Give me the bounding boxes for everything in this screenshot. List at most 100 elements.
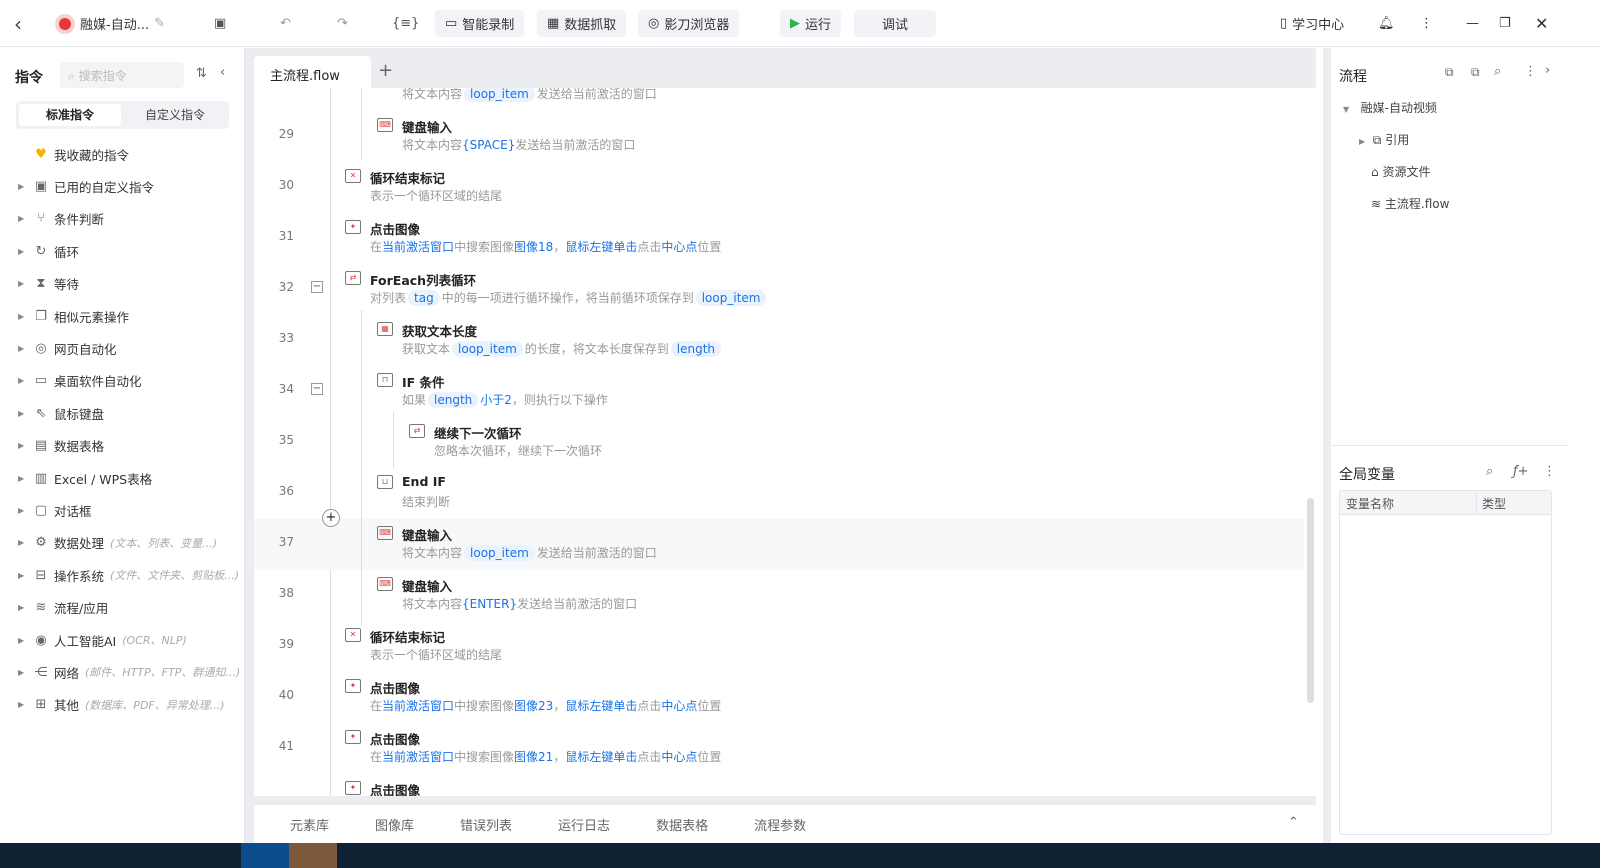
flow-step[interactable]: 38 ⌨ 键盘输入 将文本内容{ENTER}发送给当前激活的窗口 bbox=[254, 570, 1304, 621]
flow-step[interactable]: ✦ 点击图像 bbox=[254, 774, 1304, 796]
command-category[interactable]: ▶ ◎ 网页自动化 bbox=[0, 332, 245, 364]
param-link[interactable]: 图像18 bbox=[514, 240, 553, 254]
command-category[interactable]: ▶ ⊞ 其他 (数据库、PDF、异常处理...) bbox=[0, 689, 245, 721]
scrollbar[interactable] bbox=[1307, 498, 1314, 703]
flow-step[interactable]: 33 ▦ 获取文本长度 获取文本 loop_item 的长度，将文本长度保存到 length bbox=[254, 315, 1304, 366]
param-link[interactable]: {ENTER} bbox=[462, 597, 517, 611]
add-tab-button[interactable]: + bbox=[378, 60, 393, 81]
expand-arrow-icon[interactable]: ▶ bbox=[18, 603, 32, 612]
command-category[interactable]: ▶ ❐ 相似元素操作 bbox=[0, 300, 245, 332]
flow-step[interactable]: 30 ✕ 循环结束标记 表示一个循环区域的结尾 bbox=[254, 162, 1304, 213]
splitter[interactable] bbox=[245, 48, 254, 843]
tab-main-flow[interactable]: 主流程.flow bbox=[254, 56, 371, 88]
tab-standard[interactable]: 标准指令 bbox=[19, 104, 121, 126]
browser-button[interactable]: ◎ 影刀浏览器 bbox=[638, 10, 740, 37]
expand-arrow-icon[interactable]: ▶ bbox=[18, 700, 32, 709]
flow-step[interactable]: 41 ✦ 点击图像 在当前激活窗口中搜索图像图像21，鼠标左键单击点击中心点位置 bbox=[254, 723, 1304, 774]
flow-step[interactable]: 32 − ⇄ ForEach列表循环 对列表 tag 中的每一项进行循环操作，将当前循环项保… bbox=[254, 264, 1304, 315]
command-category[interactable]: ▶ ↻ 循环 bbox=[0, 235, 245, 267]
param-link[interactable]: 鼠标左键单击 bbox=[565, 750, 637, 764]
sort-icon[interactable]: ⇅ bbox=[196, 66, 207, 81]
flow-step[interactable]: 39 ✕ 循环结束标记 表示一个循环区域的结尾 bbox=[254, 621, 1304, 672]
tree-main-flow[interactable]: ≋ 主流程.flow bbox=[1371, 195, 1449, 212]
flow-step[interactable]: 31 ✦ 点击图像 在当前激活窗口中搜索图像图像18，鼠标左键单击点击中心点位置 bbox=[254, 213, 1304, 264]
param-link[interactable]: {SPACE} bbox=[462, 138, 515, 152]
param-link[interactable]: 中心点 bbox=[661, 699, 697, 713]
flow-step[interactable]: 29 ⌨ 键盘输入 将文本内容{SPACE}发送给当前激活的窗口 bbox=[254, 111, 1304, 162]
learning-center-button[interactable]: ▯ 学习中心 bbox=[1280, 10, 1344, 37]
collapse-toggle-icon[interactable]: − bbox=[311, 281, 323, 293]
param-link[interactable]: 鼠标左键单击 bbox=[565, 699, 637, 713]
param-link[interactable]: 图像23 bbox=[514, 699, 553, 713]
flow-step[interactable]: ⌨键盘输入将文本内容loop_item发送给当前激活的窗口 bbox=[254, 88, 1304, 111]
expand-arrow-icon[interactable]: ▶ bbox=[18, 279, 32, 288]
expand-arrow-icon[interactable]: ▶ bbox=[18, 668, 32, 677]
minimize-icon[interactable]: — bbox=[1466, 10, 1479, 37]
param-link[interactable]: 当前激活窗口 bbox=[382, 750, 454, 764]
command-category[interactable]: ▶ ▤ 数据表格 bbox=[0, 430, 245, 462]
collapse-toggle-icon[interactable]: − bbox=[311, 383, 323, 395]
close-icon[interactable]: ✕ bbox=[1535, 10, 1548, 37]
flow-step[interactable]: 37 ⌨ 键盘输入 将文本内容 loop_item 发送给当前激活的窗口 bbox=[254, 519, 1304, 570]
search-icon[interactable]: ⌕ bbox=[1494, 64, 1501, 79]
tab-flow-params[interactable]: 流程参数 bbox=[754, 815, 806, 834]
variable-pill[interactable]: loop_item bbox=[464, 545, 535, 561]
expand-arrow-icon[interactable]: ▶ bbox=[18, 312, 32, 321]
collapse-icon[interactable]: ‹ bbox=[220, 65, 225, 80]
command-category[interactable]: ♥ 我收藏的指令 bbox=[0, 138, 245, 170]
back-button[interactable]: ‹ bbox=[14, 10, 22, 37]
param-link[interactable]: 鼠标左键单击 bbox=[565, 240, 637, 254]
add-variable-icon[interactable]: ƒ+ bbox=[1513, 464, 1528, 479]
param-link[interactable]: 中心点 bbox=[661, 240, 697, 254]
flow-step[interactable]: 40 ✦ 点击图像 在当前激活窗口中搜索图像图像23，鼠标左键单击点击中心点位置 bbox=[254, 672, 1304, 723]
redo-icon[interactable]: ↷ bbox=[337, 10, 348, 37]
bell-icon[interactable]: 🔔︎ bbox=[1378, 10, 1395, 37]
tab-run-log[interactable]: 运行日志 bbox=[558, 815, 610, 834]
flow-step[interactable]: 35 ⇄ 继续下一次循环 忽略本次循环，继续下一次循环 bbox=[254, 417, 1304, 468]
expand-arrow-icon[interactable]: ▶ bbox=[18, 182, 32, 191]
param-link[interactable]: 当前激活窗口 bbox=[382, 699, 454, 713]
project-title[interactable]: 融媒-自动... ✎ bbox=[55, 10, 165, 37]
command-category[interactable]: ▶ ▢ 对话框 bbox=[0, 494, 245, 526]
undo-icon[interactable]: ↶ bbox=[280, 10, 291, 37]
param-link[interactable]: 小于2 bbox=[480, 393, 512, 407]
tab-error-list[interactable]: 错误列表 bbox=[460, 815, 512, 834]
add-module-icon[interactable]: ⧉ bbox=[1471, 65, 1480, 80]
expand-arrow-icon[interactable]: ▶ bbox=[18, 474, 32, 483]
more-icon[interactable]: ⋮ bbox=[1524, 64, 1537, 79]
param-link[interactable]: 当前激活窗口 bbox=[382, 240, 454, 254]
command-category[interactable]: ▶ ⊟ 操作系统 (文件、文件夹、剪贴板...) bbox=[0, 559, 245, 591]
more-icon[interactable]: ⋮ bbox=[1420, 10, 1433, 37]
expand-arrow-icon[interactable]: ▶ bbox=[18, 247, 32, 256]
expand-arrow-icon[interactable]: ▶ bbox=[18, 506, 32, 515]
maximize-icon[interactable]: ❐ bbox=[1499, 10, 1511, 37]
command-category[interactable]: ▶ ▭ 桌面软件自动化 bbox=[0, 365, 245, 397]
save-icon[interactable]: ▣ bbox=[214, 10, 226, 37]
expand-arrow-icon[interactable]: ▶ bbox=[18, 214, 32, 223]
command-category[interactable]: ▶ ⚙ 数据处理 (文本、列表、变量...) bbox=[0, 527, 245, 559]
collapse-right-icon[interactable]: › bbox=[1545, 63, 1550, 78]
command-category[interactable]: ▶ ⋲ 网络 (邮件、HTTP、FTP、群通知...) bbox=[0, 656, 245, 688]
more-icon[interactable]: ⋮ bbox=[1543, 464, 1556, 479]
variable-pill[interactable]: loop_item bbox=[695, 290, 767, 306]
variable-pill[interactable]: loop_item bbox=[452, 341, 523, 357]
command-category[interactable]: ▶ ≋ 流程/应用 bbox=[0, 592, 245, 624]
command-category[interactable]: ▶ ⇖ 鼠标键盘 bbox=[0, 397, 245, 429]
command-category[interactable]: ▶ ⑂ 条件判断 bbox=[0, 203, 245, 235]
edit-icon[interactable]: ✎ bbox=[154, 16, 165, 31]
search-icon[interactable]: ⌕ bbox=[1486, 464, 1493, 479]
variable-pill[interactable]: length bbox=[428, 392, 479, 408]
run-button[interactable]: ▶ 运行 bbox=[780, 10, 842, 37]
tree-ref[interactable]: ▶ ⧉ 引用 bbox=[1359, 131, 1409, 148]
tab-element-library[interactable]: 元素库 bbox=[290, 815, 329, 834]
flow-step[interactable]: 36 ⊔ End IF 结束判断 bbox=[254, 468, 1304, 519]
expand-arrow-icon[interactable]: ▶ bbox=[18, 344, 32, 353]
command-category[interactable]: ▶ ▥ Excel / WPS表格 bbox=[0, 462, 245, 494]
expand-arrow-icon[interactable]: ▶ bbox=[18, 538, 32, 547]
expand-arrow-icon[interactable]: ▶ bbox=[18, 409, 32, 418]
add-flow-icon[interactable]: ⧉ bbox=[1445, 65, 1454, 80]
expand-arrow-icon[interactable]: ▶ bbox=[18, 571, 32, 580]
smart-record-button[interactable]: ▭ 智能录制 bbox=[435, 10, 525, 37]
tree-resources[interactable]: ⌂ 资源文件 bbox=[1371, 163, 1430, 180]
data-scrape-button[interactable]: ▦ 数据抓取 bbox=[537, 10, 627, 37]
